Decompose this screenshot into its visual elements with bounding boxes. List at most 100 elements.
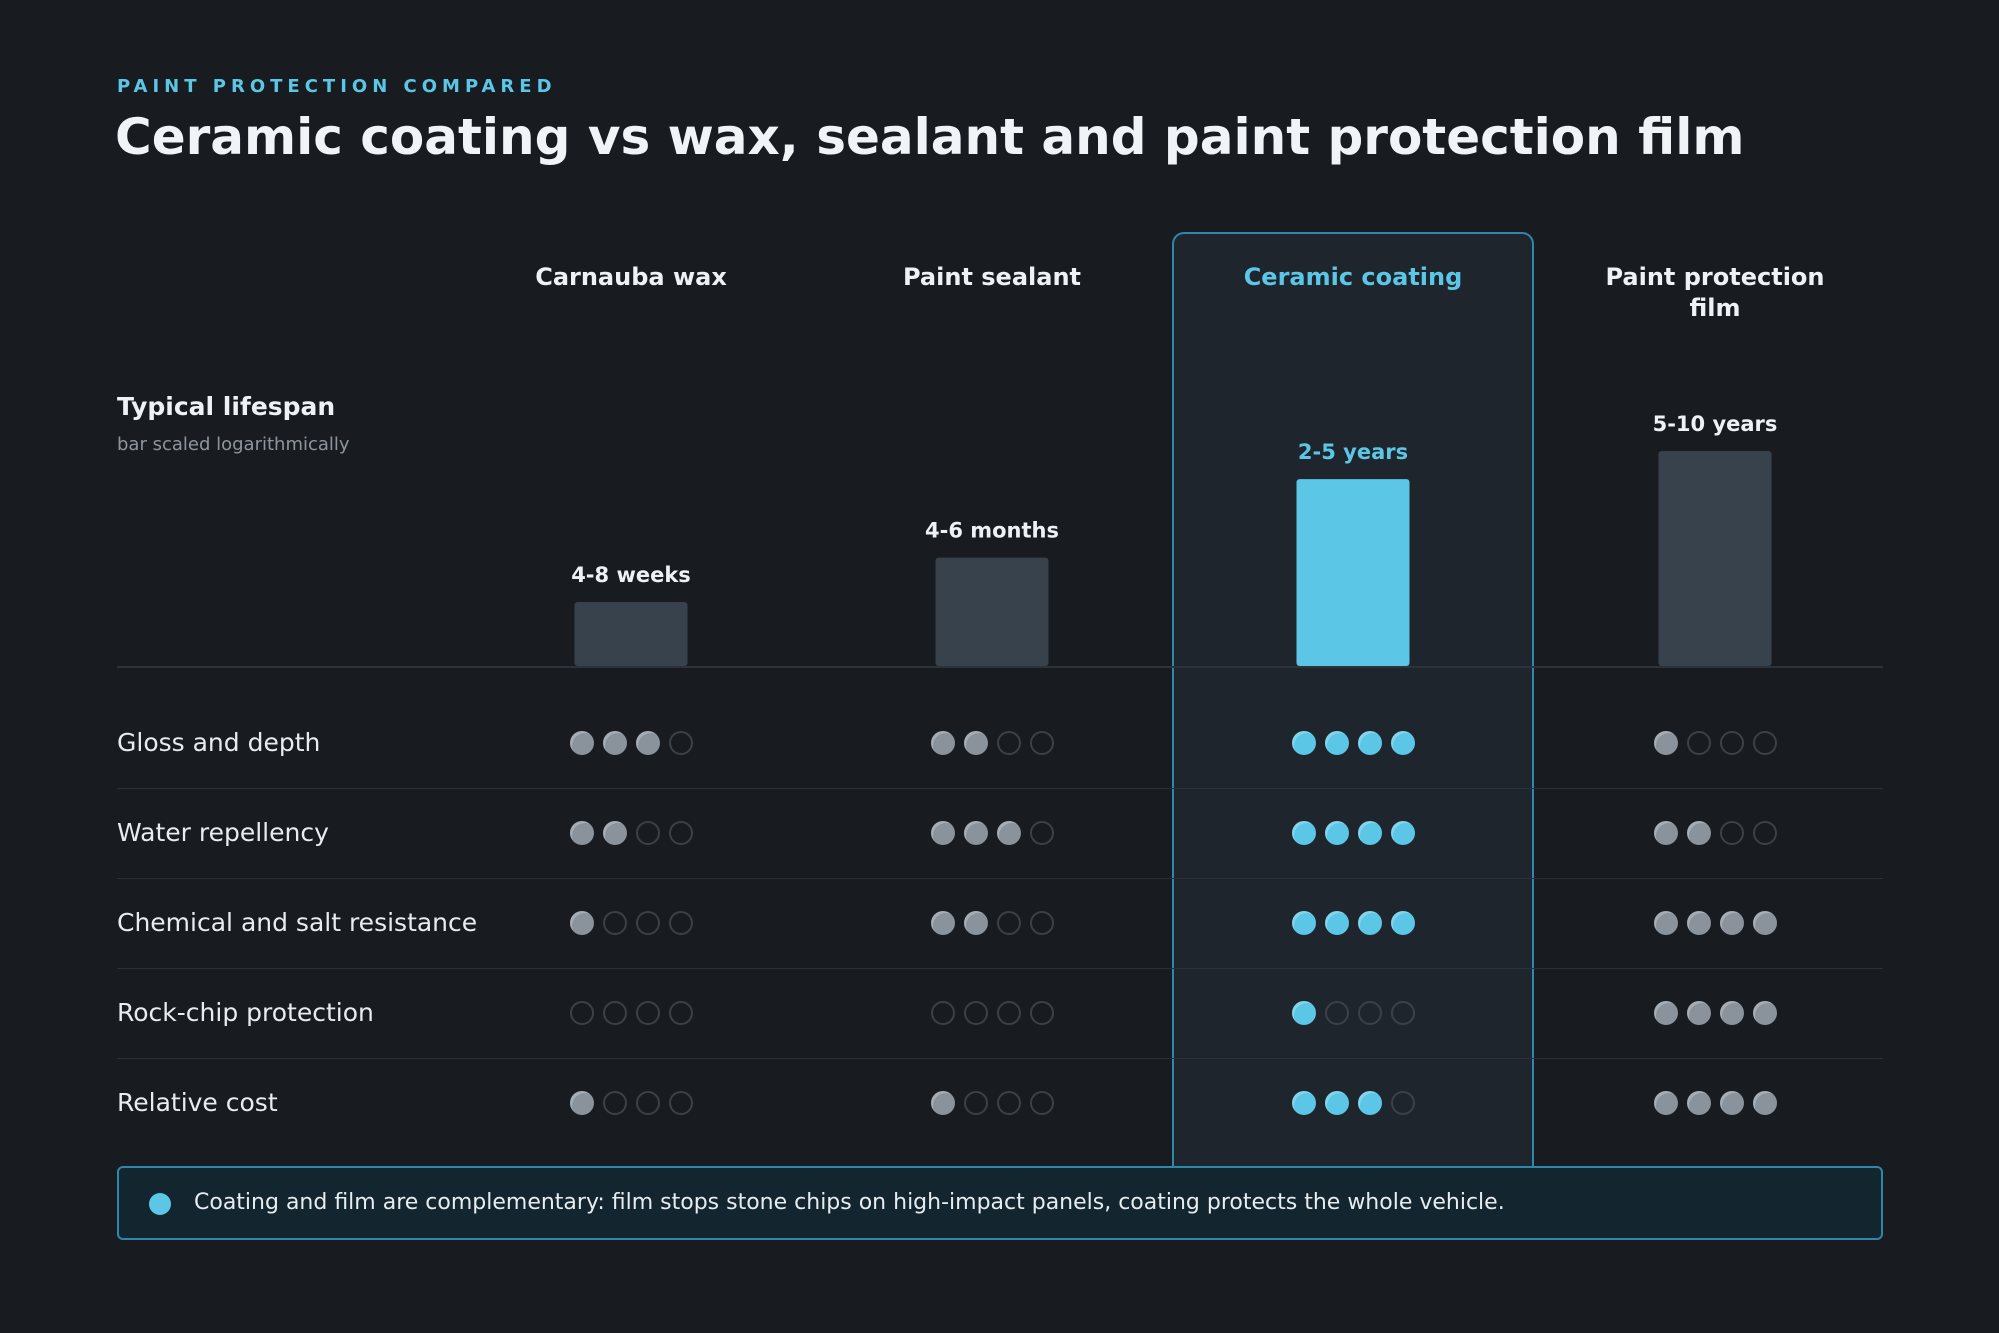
rating-dot-filled	[1653, 911, 1678, 935]
lifespan-bar-1	[935, 557, 1049, 666]
rating-dot-filled	[963, 731, 988, 755]
row-divider	[117, 878, 1883, 879]
rating-dot-empty	[1390, 1091, 1415, 1115]
rating-dot-filled	[996, 821, 1021, 845]
rating-dot-filled	[1357, 821, 1382, 845]
rating-dot-filled	[602, 821, 627, 845]
column-header-ceramic-coating: Ceramic coating	[1243, 263, 1463, 291]
rating-dot-filled	[569, 821, 594, 845]
rating-dot-filled	[930, 731, 955, 755]
rating-dot-empty	[1029, 821, 1054, 845]
rating-dots	[922, 1088, 1062, 1118]
rating-dot-empty	[1029, 731, 1054, 755]
rating-dot-filled	[1390, 731, 1415, 755]
info-dot-icon	[149, 1193, 171, 1215]
rating-dots	[1283, 908, 1423, 938]
lifespan-value-label-1: 4-6 months	[925, 519, 1059, 543]
rating-dot-empty	[668, 821, 693, 845]
rating-dots	[1283, 818, 1423, 848]
rating-dot-empty	[1752, 821, 1777, 845]
lifespan-bar-3	[1658, 451, 1772, 666]
rating-dot-filled	[1653, 731, 1678, 755]
rating-dot-filled	[1686, 821, 1711, 845]
rating-dot-filled	[602, 731, 627, 755]
rating-dots	[1645, 998, 1785, 1028]
rating-dot-empty	[996, 731, 1021, 755]
rating-dot-filled	[1653, 1001, 1678, 1025]
rating-dots	[922, 818, 1062, 848]
rating-dots	[1645, 728, 1785, 758]
rating-dot-empty	[602, 1001, 627, 1025]
rating-dots	[922, 728, 1062, 758]
rating-dot-filled	[1719, 1001, 1744, 1025]
rating-dot-empty	[963, 1001, 988, 1025]
lifespan-value-label-3: 5-10 years	[1653, 412, 1778, 436]
rating-dot-filled	[1357, 731, 1382, 755]
rating-dot-filled	[1291, 911, 1316, 935]
rating-dot-empty	[1390, 1001, 1415, 1025]
rating-dot-filled	[930, 821, 955, 845]
row-label: Gloss and depth	[117, 728, 321, 757]
rating-dot-filled	[1686, 1001, 1711, 1025]
rating-dot-filled	[1291, 1091, 1316, 1115]
rating-dot-filled	[1357, 911, 1382, 935]
rating-dot-empty	[1357, 1001, 1382, 1025]
rating-dots	[1283, 728, 1423, 758]
rating-dot-empty	[1029, 911, 1054, 935]
rating-dot-filled	[1324, 821, 1349, 845]
rating-dot-filled	[1291, 731, 1316, 755]
rating-dot-filled	[1291, 821, 1316, 845]
rating-dot-empty	[602, 911, 627, 935]
callout-box: Coating and film are complementary: film…	[117, 1166, 1883, 1240]
rating-dot-filled	[569, 731, 594, 755]
rating-dot-empty	[635, 911, 660, 935]
row-divider	[117, 788, 1883, 789]
rating-dot-empty	[996, 1001, 1021, 1025]
rating-dot-filled	[635, 731, 660, 755]
rating-dot-empty	[1686, 731, 1711, 755]
rating-dots	[1283, 998, 1423, 1028]
row-label: Water repellency	[117, 818, 329, 847]
rating-dot-filled	[569, 911, 594, 935]
row-divider	[117, 968, 1883, 969]
lifespan-value-label-0: 4-8 weeks	[571, 563, 691, 587]
rating-dot-filled	[1686, 911, 1711, 935]
highlight-column	[1172, 232, 1534, 1172]
rating-dots	[1645, 1088, 1785, 1118]
column-header-carnauba-wax: Carnauba wax	[535, 263, 727, 291]
rating-dot-filled	[1653, 1091, 1678, 1115]
rating-dot-filled	[963, 821, 988, 845]
rating-dots	[922, 998, 1062, 1028]
rating-dot-empty	[1752, 731, 1777, 755]
rating-dots	[561, 998, 701, 1028]
lifespan-bar-chart: 4-8 weeks4-6 months2-5 years5-10 years	[571, 412, 1778, 666]
rating-dots	[561, 908, 701, 938]
eyebrow-label: PAINT PROTECTION COMPARED	[117, 76, 557, 97]
column-header-paint-protection-film: Paint protection film	[1605, 263, 1825, 322]
bar-baseline	[117, 666, 1883, 668]
rating-dot-filled	[1324, 911, 1349, 935]
rating-dot-empty	[635, 821, 660, 845]
rating-dot-filled	[1719, 1091, 1744, 1115]
rating-dot-filled	[1752, 1091, 1777, 1115]
rating-dot-empty	[1029, 1091, 1054, 1115]
rating-dot-empty	[668, 1091, 693, 1115]
rating-dot-filled	[930, 911, 955, 935]
rating-dot-filled	[1686, 1091, 1711, 1115]
rating-dot-empty	[1719, 821, 1744, 845]
rating-dots	[561, 1088, 701, 1118]
rating-dot-empty	[1719, 731, 1744, 755]
lifespan-note: bar scaled logarithmically	[117, 434, 350, 455]
rating-dot-filled	[1719, 911, 1744, 935]
rating-dot-filled	[1357, 1091, 1382, 1115]
column-header-paint-sealant: Paint sealant	[902, 263, 1082, 291]
lifespan-title: Typical lifespan	[117, 392, 336, 421]
page-title: Ceramic coating vs wax, sealant and pain…	[115, 108, 1745, 166]
rating-dots	[1645, 908, 1785, 938]
rating-dot-filled	[1390, 911, 1415, 935]
callout-text: Coating and film are complementary: film…	[194, 1190, 1505, 1215]
rating-dot-empty	[668, 911, 693, 935]
rating-dot-empty	[668, 731, 693, 755]
row-label: Chemical and salt resistance	[117, 908, 478, 937]
rating-dot-empty	[996, 1091, 1021, 1115]
